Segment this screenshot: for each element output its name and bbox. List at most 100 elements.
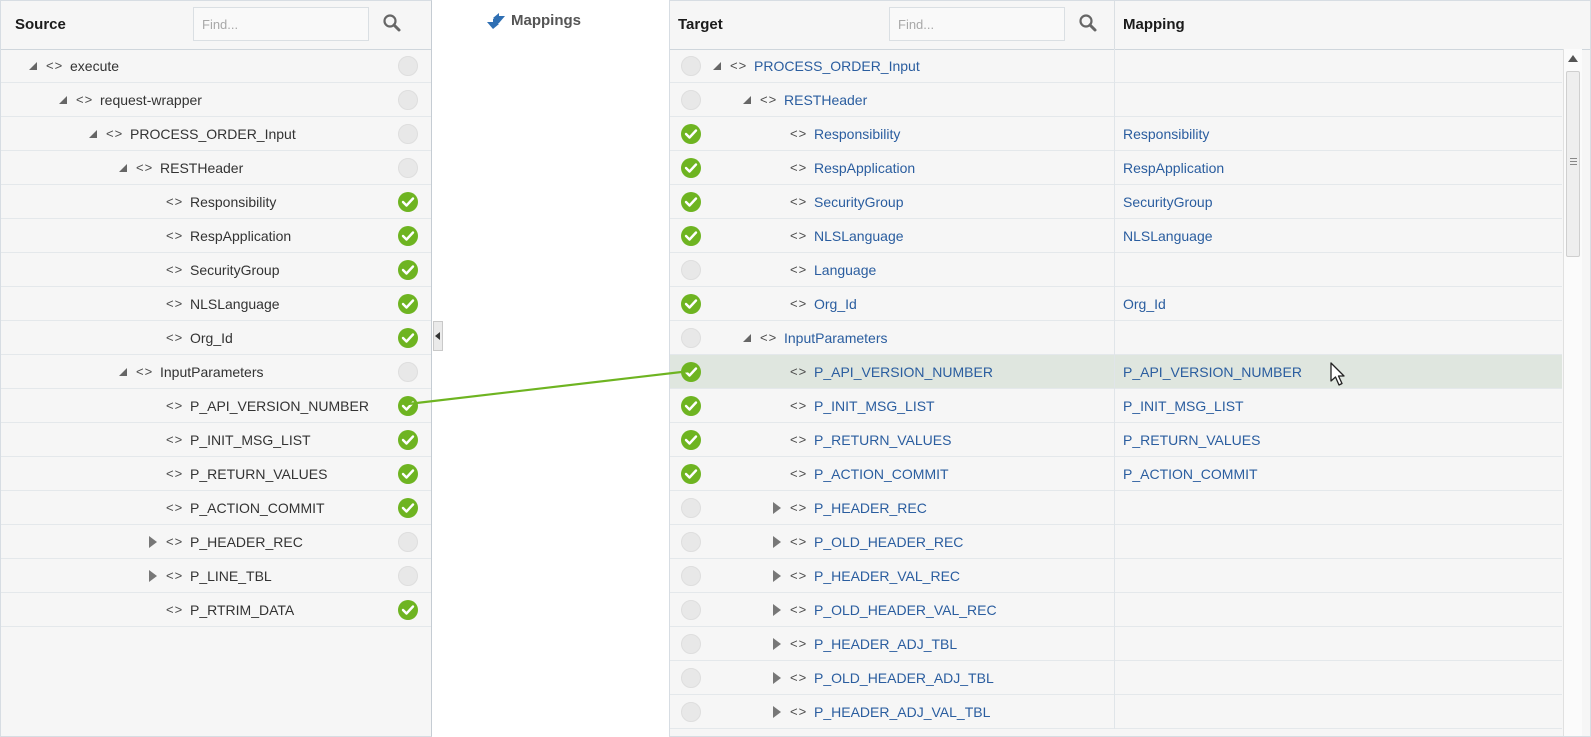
tree-row[interactable]: <> P_API_VERSION_NUMBER (1, 389, 431, 423)
scrollbar-thumb[interactable] (1566, 71, 1580, 257)
mapping-cell[interactable] (1114, 321, 1534, 355)
mapping-cell[interactable]: Org_Id (1114, 287, 1534, 321)
collapsed-arrow-icon[interactable] (772, 604, 782, 616)
tree-row[interactable]: <> P_RETURN_VALUES P_RETURN_VALUES (670, 423, 1562, 457)
tree-row[interactable]: <> P_HEADER_ADJ_VAL_TBL (670, 695, 1562, 729)
mapping-cell[interactable]: P_INIT_MSG_LIST (1114, 389, 1534, 423)
tree-row[interactable]: <> P_RTRIM_DATA (1, 593, 431, 627)
mapping-status[interactable] (681, 532, 701, 552)
target-search-input[interactable] (889, 7, 1065, 41)
tree-node-label[interactable]: P_ACTION_COMMIT (814, 466, 949, 482)
tree-node-label[interactable]: P_INIT_MSG_LIST (814, 398, 935, 414)
mapping-status[interactable] (681, 90, 701, 110)
mapping-status[interactable] (681, 702, 701, 722)
mapping-status[interactable] (398, 396, 418, 416)
mapping-status[interactable] (681, 56, 701, 76)
tree-node-label[interactable]: RESTHeader (784, 92, 867, 108)
tree-node-label[interactable]: request-wrapper (100, 92, 202, 108)
tree-row[interactable]: <> SecurityGroup (1, 253, 431, 287)
mapping-cell[interactable] (1114, 627, 1534, 661)
tree-node-label[interactable]: P_INIT_MSG_LIST (190, 432, 311, 448)
collapsed-arrow-icon[interactable] (772, 638, 782, 650)
tree-row[interactable]: <> P_INIT_MSG_LIST P_INIT_MSG_LIST (670, 389, 1562, 423)
mapping-status[interactable] (681, 260, 701, 280)
mapping-cell[interactable]: RespApplication (1114, 151, 1534, 185)
mapping-status[interactable] (398, 566, 418, 586)
mapping-cell[interactable]: P_API_VERSION_NUMBER (1114, 355, 1534, 389)
source-search-input[interactable] (193, 7, 369, 41)
mapping-status[interactable] (681, 294, 701, 314)
mapping-cell[interactable] (1114, 525, 1534, 559)
scroll-up-icon[interactable] (1568, 55, 1578, 62)
expanded-arrow-icon[interactable] (742, 332, 752, 344)
tree-node-label[interactable]: NLSLanguage (190, 296, 280, 312)
target-scrollbar[interactable] (1563, 49, 1582, 736)
tree-node-label[interactable]: RESTHeader (160, 160, 243, 176)
tree-row[interactable]: <> Responsibility (1, 185, 431, 219)
tree-row[interactable]: <> RespApplication RespApplication (670, 151, 1562, 185)
mapping-cell[interactable] (1114, 559, 1534, 593)
tree-row[interactable]: <> RespApplication (1, 219, 431, 253)
tree-node-label[interactable]: P_ACTION_COMMIT (190, 500, 325, 516)
tree-row[interactable]: <> RESTHeader (1, 151, 431, 185)
mapping-cell[interactable] (1114, 661, 1534, 695)
tree-node-label[interactable]: Org_Id (814, 296, 857, 312)
tree-row[interactable]: <> P_HEADER_REC (1, 525, 431, 559)
mapping-cell[interactable]: P_RETURN_VALUES (1114, 423, 1534, 457)
tree-row[interactable]: <> P_RETURN_VALUES (1, 457, 431, 491)
mapping-status[interactable] (681, 634, 701, 654)
tree-row[interactable]: <> NLSLanguage (1, 287, 431, 321)
tree-node-label[interactable]: P_OLD_HEADER_ADJ_TBL (814, 670, 994, 686)
mapping-status[interactable] (681, 158, 701, 178)
mapping-status[interactable] (398, 260, 418, 280)
tree-row[interactable]: <> P_API_VERSION_NUMBER P_API_VERSION_NUMB… (670, 355, 1562, 389)
mapping-status[interactable] (398, 226, 418, 246)
mapping-status[interactable] (398, 464, 418, 484)
mapping-status[interactable] (681, 600, 701, 620)
tree-row[interactable]: <> P_OLD_HEADER_ADJ_TBL (670, 661, 1562, 695)
tree-node-label[interactable]: P_HEADER_REC (190, 534, 303, 550)
expanded-arrow-icon[interactable] (118, 366, 128, 378)
mapping-status[interactable] (681, 464, 701, 484)
tree-row[interactable]: <> InputParameters (1, 355, 431, 389)
tree-row[interactable]: <> RESTHeader (670, 83, 1562, 117)
mapping-status[interactable] (398, 192, 418, 212)
tree-row[interactable]: <> Responsibility Responsibility (670, 117, 1562, 151)
tree-row[interactable]: <> P_OLD_HEADER_VAL_REC (670, 593, 1562, 627)
collapsed-arrow-icon[interactable] (148, 536, 158, 548)
tree-node-label[interactable]: P_OLD_HEADER_REC (814, 534, 963, 550)
expanded-arrow-icon[interactable] (712, 60, 722, 72)
mapping-status[interactable] (681, 328, 701, 348)
tree-node-label[interactable]: PROCESS_ORDER_Input (130, 126, 296, 142)
mapping-status[interactable] (398, 56, 418, 76)
tree-node-label[interactable]: P_API_VERSION_NUMBER (814, 364, 993, 380)
tree-row[interactable]: <> P_HEADER_VAL_REC (670, 559, 1562, 593)
tree-row[interactable]: <> Org_Id Org_Id (670, 287, 1562, 321)
tree-node-label[interactable]: InputParameters (160, 364, 264, 380)
tree-node-label[interactable]: InputParameters (784, 330, 888, 346)
mapping-cell[interactable]: Responsibility (1114, 117, 1534, 151)
tree-node-label[interactable]: P_HEADER_REC (814, 500, 927, 516)
tree-row[interactable]: <> P_INIT_MSG_LIST (1, 423, 431, 457)
tree-node-label[interactable]: P_RETURN_VALUES (814, 432, 951, 448)
mapping-status[interactable] (681, 430, 701, 450)
collapsed-arrow-icon[interactable] (772, 672, 782, 684)
tree-row[interactable]: <> Language (670, 253, 1562, 287)
mapping-status[interactable] (398, 532, 418, 552)
mapping-cell[interactable]: P_ACTION_COMMIT (1114, 457, 1534, 491)
mapping-status[interactable] (681, 498, 701, 518)
mapping-cell[interactable]: SecurityGroup (1114, 185, 1534, 219)
tree-row[interactable]: <> NLSLanguage NLSLanguage (670, 219, 1562, 253)
mapping-status[interactable] (398, 294, 418, 314)
tree-node-label[interactable]: SecurityGroup (814, 194, 903, 210)
search-icon[interactable] (1078, 13, 1098, 33)
search-icon[interactable] (382, 13, 402, 33)
tree-node-label[interactable]: Responsibility (190, 194, 276, 210)
mapping-cell[interactable] (1114, 593, 1534, 627)
mapping-status[interactable] (398, 158, 418, 178)
tree-node-label[interactable]: P_API_VERSION_NUMBER (190, 398, 369, 414)
collapsed-arrow-icon[interactable] (772, 706, 782, 718)
tree-node-label[interactable]: RespApplication (814, 160, 915, 176)
tree-node-label[interactable]: NLSLanguage (814, 228, 904, 244)
mapping-status[interactable] (398, 124, 418, 144)
